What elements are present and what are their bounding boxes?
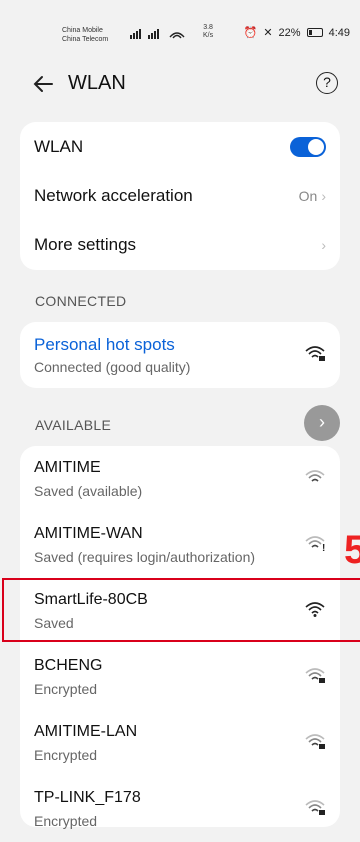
signal-icons xyxy=(130,27,194,39)
network-item[interactable]: TP-LINK_F178 Encrypted xyxy=(20,776,340,842)
network-acceleration-row[interactable]: Network acceleration On › xyxy=(20,171,340,220)
highlight-box xyxy=(2,578,360,642)
scroll-arrow-icon[interactable]: › xyxy=(304,405,340,441)
network-speed: 3.8 K/s xyxy=(203,24,214,39)
network-item-connected[interactable]: Personal hot spots Connected (good quali… xyxy=(20,322,340,388)
network-item[interactable]: AMITIME-LAN Encrypted xyxy=(20,710,340,776)
alarm-icon: ⏰ xyxy=(243,27,258,39)
more-settings-row[interactable]: More settings › xyxy=(20,220,340,269)
wifi-locked-icon xyxy=(305,346,325,361)
network-acceleration-label: Network acceleration xyxy=(34,185,193,205)
battery-icon xyxy=(306,28,323,37)
cell-signal-icon xyxy=(130,29,185,39)
network-status: Saved (available) xyxy=(34,483,143,499)
network-item[interactable]: AMITIME Saved (available) xyxy=(20,446,340,512)
network-item[interactable]: BCHENG Encrypted xyxy=(20,644,340,710)
annotation-number: 5 xyxy=(344,528,360,572)
carrier-1: China Mobile xyxy=(62,27,103,34)
status-right: ⏰ ✕ 22% 4:49 xyxy=(243,26,350,40)
carrier-2: China Telecom xyxy=(62,36,109,43)
network-name: AMITIME xyxy=(34,459,101,476)
network-name: AMITIME-LAN xyxy=(34,723,138,740)
network-acceleration-value: On xyxy=(298,187,318,204)
network-name: AMITIME-WAN xyxy=(34,525,143,542)
network-status: Connected (good quality) xyxy=(34,359,191,375)
wifi-locked-icon xyxy=(305,800,325,815)
wlan-label: WLAN xyxy=(34,136,84,156)
chevron-right-icon: › xyxy=(321,187,326,204)
network-name: Personal hot spots xyxy=(34,335,175,354)
network-status: Encrypted xyxy=(34,747,98,763)
wifi-login-icon: ! xyxy=(305,536,325,552)
wlan-toggle-row[interactable]: WLAN xyxy=(20,122,340,171)
wifi-locked-icon xyxy=(305,668,325,683)
network-status: Saved (requires login/authorization) xyxy=(34,549,256,565)
help-icon[interactable]: ? xyxy=(316,72,338,94)
carrier-info: China Mobile China Telecom xyxy=(62,26,108,44)
connected-card: Personal hot spots Connected (good quali… xyxy=(20,322,340,388)
header: WLAN ? xyxy=(0,60,360,108)
section-available: AVAILABLE xyxy=(35,417,112,433)
chevron-right-icon: › xyxy=(321,236,326,253)
mute-icon: ✕ xyxy=(263,27,273,39)
more-settings-label: More settings xyxy=(34,234,137,254)
clock: 4:49 xyxy=(328,26,350,39)
back-arrow-icon[interactable] xyxy=(30,71,56,97)
wifi-locked-icon xyxy=(305,734,325,749)
svg-text:!: ! xyxy=(322,543,325,552)
network-name: BCHENG xyxy=(34,657,103,674)
network-name: TP-LINK_F178 xyxy=(34,789,141,806)
battery-percent: 22% xyxy=(278,26,301,39)
wifi-icon xyxy=(305,470,325,482)
section-connected: CONNECTED xyxy=(35,293,127,309)
wlan-toggle[interactable] xyxy=(290,136,326,157)
network-item[interactable]: AMITIME-WAN Saved (requires login/author… xyxy=(20,512,340,578)
network-status: Encrypted xyxy=(34,681,98,697)
page-title: WLAN xyxy=(68,72,126,94)
settings-card: WLAN Network acceleration On › More sett… xyxy=(20,122,340,270)
